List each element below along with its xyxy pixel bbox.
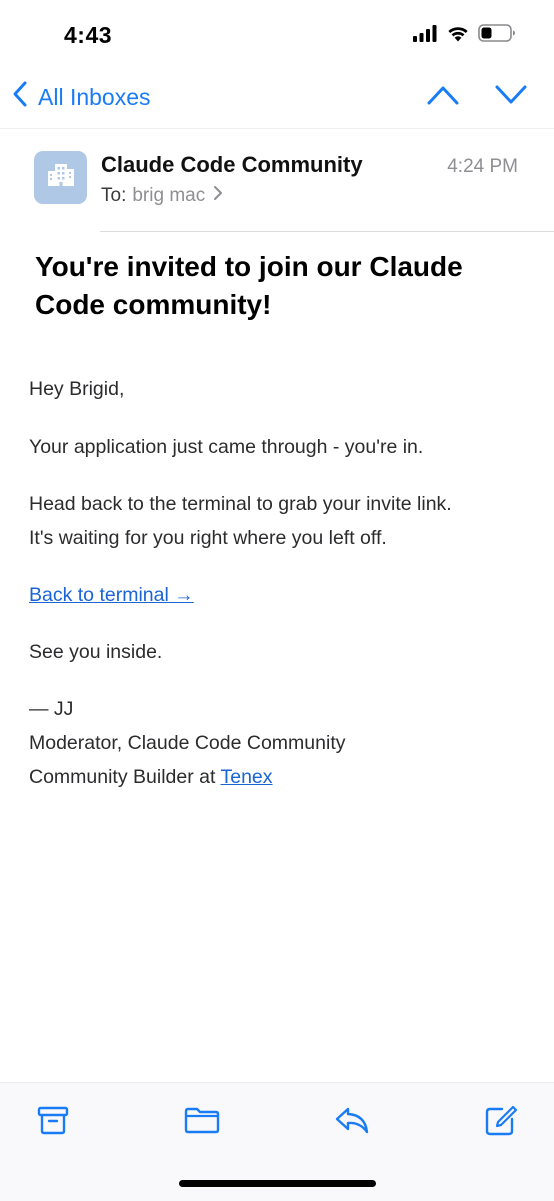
sent-time: 4:24 PM: [447, 156, 518, 177]
reply-icon: [334, 1105, 370, 1140]
body-paragraph-1: Your application just came through - you…: [29, 436, 424, 458]
sender-name[interactable]: Claude Code Community: [101, 152, 363, 178]
back-to-terminal-paragraph: Back to terminal →: [29, 584, 194, 607]
chevron-down-icon: [494, 85, 528, 110]
signature-role-prefix: Community Builder at: [29, 766, 221, 788]
back-to-terminal-link[interactable]: Back to terminal →: [29, 584, 194, 606]
battery-icon: [478, 24, 516, 47]
chevron-right-icon: [213, 185, 223, 207]
archive-button[interactable]: [36, 1105, 70, 1139]
back-to-all-inboxes-button[interactable]: All Inboxes: [12, 80, 151, 114]
home-indicator: [179, 1180, 376, 1187]
cellular-signal-icon: [412, 24, 438, 47]
chevron-left-icon: [12, 80, 38, 114]
back-label: All Inboxes: [38, 83, 151, 110]
body-paragraph-2-line-1: Head back to the terminal to grab your i…: [29, 493, 452, 515]
recipient-line[interactable]: To: brig mac: [101, 185, 223, 207]
signature-title: Moderator, Claude Code Community: [29, 732, 346, 754]
greeting: Hey Brigid,: [29, 378, 125, 400]
closing: See you inside.: [29, 641, 163, 663]
sender-divider: [100, 231, 554, 232]
recipient-name: brig mac: [132, 185, 206, 206]
archive-icon: [37, 1105, 69, 1140]
status-bar: 4:43: [0, 0, 554, 70]
chevron-up-icon: [426, 86, 460, 110]
message-navigation: [426, 84, 528, 111]
move-to-folder-button[interactable]: [184, 1105, 220, 1139]
signature-role: Community Builder at Tenex: [29, 766, 273, 789]
next-message-button[interactable]: [494, 84, 528, 111]
reply-button[interactable]: [335, 1105, 369, 1139]
message-header: Claude Code Community To: brig mac 4:24 …: [34, 150, 554, 210]
sender-avatar[interactable]: [34, 151, 87, 204]
compose-icon: [484, 1104, 518, 1141]
status-icons: [412, 24, 516, 47]
compose-button[interactable]: [484, 1105, 518, 1139]
email-subject: You're invited to join our Claude Code c…: [35, 251, 463, 320]
to-label: To:: [101, 185, 127, 206]
body-paragraph-2-line-2: It's waiting for you right where you lef…: [29, 527, 387, 549]
navigation-bar: All Inboxes: [0, 74, 554, 124]
header-divider: [0, 128, 554, 129]
tenex-link[interactable]: Tenex: [220, 766, 272, 788]
building-icon: [46, 162, 76, 193]
folder-icon: [184, 1106, 220, 1139]
signature-name: — JJ: [29, 698, 74, 720]
previous-message-button[interactable]: [426, 84, 460, 111]
wifi-icon: [446, 24, 470, 47]
status-time: 4:43: [64, 22, 113, 48]
